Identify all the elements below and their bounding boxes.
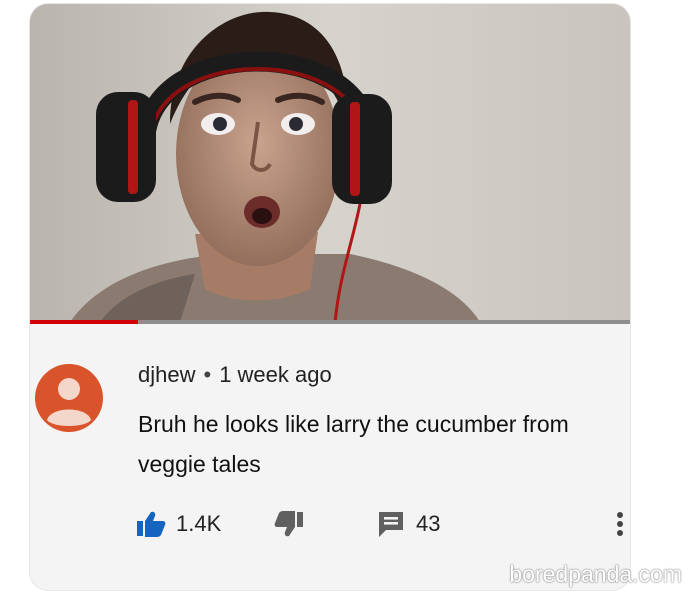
avatar[interactable] <box>35 364 103 432</box>
like-count: 1.4K <box>176 511 222 536</box>
comment-actions: 1.4K 43 <box>30 504 630 544</box>
reply-count: 43 <box>416 511 441 536</box>
more-vertical-icon <box>617 512 623 536</box>
comment-timestamp[interactable]: 1 week ago <box>219 362 332 387</box>
comment-text: Bruh he looks like larry the cucumber fr… <box>138 411 569 477</box>
thumbs-down-icon <box>274 511 303 537</box>
comment-icon <box>379 512 403 537</box>
comment-meta: djhew • 1 week ago <box>138 362 332 388</box>
meta-separator: • <box>203 362 212 387</box>
dislike-button[interactable] <box>274 504 304 544</box>
comment-card: djhew • 1 week ago Bruh he looks like larr… <box>30 4 630 590</box>
more-options-button[interactable] <box>616 504 624 544</box>
reply-button[interactable]: 43 <box>376 504 440 544</box>
comment: djhew • 1 week ago Bruh he looks like larr… <box>30 324 630 590</box>
watermark: boredpanda.com <box>509 561 682 587</box>
video-frame[interactable] <box>30 4 630 322</box>
avatar-icon <box>35 364 103 432</box>
comment-author[interactable]: djhew <box>138 362 195 387</box>
thumbs-up-icon <box>137 511 166 537</box>
like-button[interactable]: 1.4K <box>136 504 221 544</box>
video-thumbnail <box>30 4 630 322</box>
